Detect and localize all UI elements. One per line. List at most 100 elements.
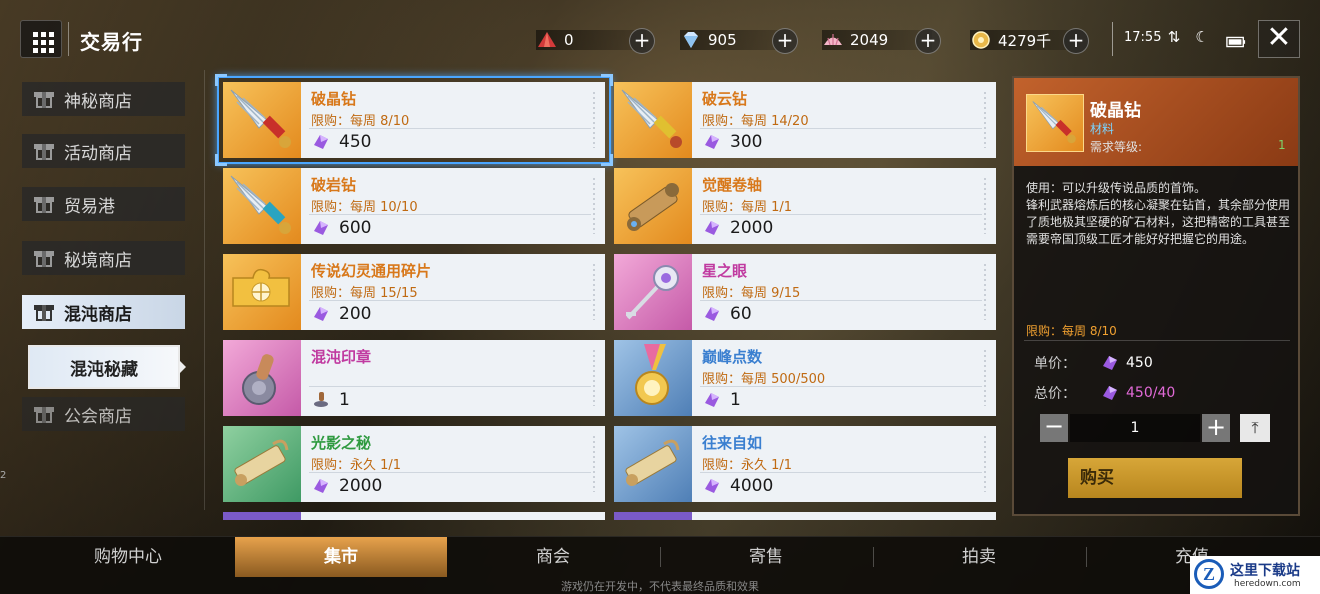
price-value: 60 bbox=[730, 304, 752, 324]
item-price: 450 bbox=[311, 132, 371, 152]
item-limit: 限购：每周 10/10 bbox=[311, 200, 418, 215]
unit-price-row: 单价： 450 bbox=[1034, 350, 1284, 376]
scroll-icon bbox=[234, 439, 289, 486]
buy-button[interactable]: 购买 bbox=[1068, 458, 1242, 498]
item-thumbnail bbox=[223, 168, 301, 244]
purple-crystal-icon bbox=[314, 307, 328, 321]
page-title: 交易行 bbox=[80, 30, 143, 54]
purple-crystal-icon bbox=[705, 307, 719, 321]
purple-crystal-icon bbox=[314, 135, 328, 149]
sidebar-item-guild-shop[interactable]: 公会商店 bbox=[22, 397, 185, 431]
add-gold-button[interactable]: + bbox=[1063, 28, 1089, 54]
watermark-logo-icon: Z bbox=[1194, 559, 1224, 589]
sidebar-item-mystery-shop[interactable]: 神秘商店 bbox=[22, 82, 185, 116]
item-card[interactable]: 光影之秘 限购：永久 1/1 2000 bbox=[223, 426, 605, 502]
sidebar-item-chaos-shop[interactable]: 混沌商店 bbox=[22, 295, 185, 329]
item-card[interactable]: 破晶钻 限购：每周 8/10 450 bbox=[223, 82, 605, 158]
detail-thumbnail bbox=[1026, 94, 1084, 152]
edge-number: 2 bbox=[0, 470, 7, 481]
sidebar-item-realm-shop[interactable]: 秘境商店 bbox=[22, 241, 185, 275]
item-card[interactable]: 混沌印章 1 bbox=[223, 340, 605, 416]
top-bar: 交易行 0 + 905 + 2049 + 4279千 + 17:55 ⇅ ☾ ✕ bbox=[0, 0, 1320, 78]
scroll-icon bbox=[625, 439, 680, 486]
item-name: 混沌印章 bbox=[311, 348, 372, 366]
tab-shopping-center[interactable]: 购物中心 bbox=[22, 537, 234, 577]
currency-diamond: 905 bbox=[680, 28, 790, 52]
purple-crystal-icon bbox=[314, 479, 328, 493]
development-notice: 游戏仍在开发中，不代表最终品质和效果 bbox=[561, 580, 759, 593]
unit-price-value: 450 bbox=[1126, 355, 1153, 371]
item-card-peek[interactable] bbox=[223, 512, 605, 520]
item-name: 觉醒卷轴 bbox=[702, 176, 763, 194]
purple-crystal-icon bbox=[705, 393, 719, 407]
item-thumbnail bbox=[223, 82, 301, 158]
increase-quantity-button[interactable]: + bbox=[1202, 414, 1230, 442]
quantity-field[interactable]: 1 bbox=[1070, 414, 1200, 442]
currency-value: 2049 bbox=[850, 31, 889, 49]
item-card[interactable]: 星之眼 限购：每周 9/15 60 bbox=[614, 254, 996, 330]
watermark-subtitle: heredown.com bbox=[1234, 579, 1301, 589]
item-name: 传说幻灵通用碎片 bbox=[311, 262, 432, 280]
sidebar-item-label: 贸易港 bbox=[64, 196, 115, 217]
gift-icon bbox=[34, 141, 54, 161]
detail-item-type: 材料 bbox=[1090, 122, 1115, 136]
add-red-crystal-button[interactable]: + bbox=[629, 28, 655, 54]
price-value: 600 bbox=[339, 218, 372, 238]
item-price: 2000 bbox=[311, 476, 382, 496]
item-thumbnail bbox=[223, 426, 301, 502]
item-card[interactable]: 破岩钻 限购：每周 10/10 600 bbox=[223, 168, 605, 244]
price-value: 1 bbox=[339, 390, 350, 410]
item-limit: 限购：每周 15/15 bbox=[311, 286, 418, 301]
divider bbox=[204, 70, 205, 510]
sidebar-subitem-chaos-treasure[interactable]: 混沌秘藏 bbox=[28, 345, 180, 389]
item-card[interactable]: 传说幻灵通用碎片 限购：每周 15/15 200 bbox=[223, 254, 605, 330]
item-limit: 限购：每周 500/500 bbox=[702, 372, 826, 387]
item-price: 60 bbox=[702, 304, 752, 324]
add-diamond-button[interactable]: + bbox=[772, 28, 798, 54]
tab-auction[interactable]: 拍卖 bbox=[873, 537, 1085, 577]
item-price: 1 bbox=[311, 390, 350, 410]
moon-icon: ☾ bbox=[1195, 28, 1209, 46]
sidebar-item-trade-port[interactable]: 贸易港 bbox=[22, 187, 185, 221]
tab-market[interactable]: 集市 bbox=[235, 537, 447, 577]
item-card[interactable]: 往来自如 限购：永久 1/1 4000 bbox=[614, 426, 996, 502]
sidebar-item-label: 活动商店 bbox=[64, 143, 132, 164]
item-thumbnail bbox=[614, 82, 692, 158]
watermark-title: 这里下载站 bbox=[1230, 563, 1300, 579]
drill-red-icon bbox=[1032, 101, 1076, 144]
item-card[interactable]: 巅峰点数 限购：每周 500/500 1 bbox=[614, 340, 996, 416]
item-price: 300 bbox=[702, 132, 762, 152]
item-price: 2000 bbox=[702, 218, 773, 238]
item-card[interactable]: 破云钻 限购：每周 14/20 300 bbox=[614, 82, 996, 158]
item-name: 巅峰点数 bbox=[702, 348, 763, 366]
item-price: 200 bbox=[311, 304, 371, 324]
item-price: 1 bbox=[702, 390, 741, 410]
sidebar-item-label: 混沌商店 bbox=[64, 304, 132, 325]
item-name: 往来自如 bbox=[702, 434, 763, 452]
price-value: 2000 bbox=[339, 476, 383, 496]
divider bbox=[1112, 22, 1113, 56]
item-card[interactable]: 觉醒卷轴 限购：每周 1/1 2000 bbox=[614, 168, 996, 244]
grid-menu-button[interactable] bbox=[20, 20, 62, 58]
sidebar-item-event-shop[interactable]: 活动商店 bbox=[22, 134, 185, 168]
close-button[interactable]: ✕ bbox=[1258, 20, 1300, 58]
price-value: 4000 bbox=[730, 476, 774, 496]
price-value: 200 bbox=[339, 304, 372, 324]
tab-consignment[interactable]: 寄售 bbox=[660, 537, 872, 577]
detail-requirement-label: 需求等级: bbox=[1090, 140, 1143, 154]
add-shell-button[interactable]: + bbox=[915, 28, 941, 54]
sidebar-item-label: 公会商店 bbox=[64, 406, 132, 427]
detail-header: 破晶钻 材料 需求等级: 1 bbox=[1014, 78, 1298, 166]
item-thumbnail bbox=[614, 426, 692, 502]
decrease-quantity-button[interactable]: − bbox=[1040, 414, 1068, 442]
price-value: 1 bbox=[730, 390, 741, 410]
item-limit: 限购：每周 8/10 bbox=[311, 114, 410, 129]
currency-red-crystal: 0 bbox=[536, 28, 646, 52]
star-key-icon bbox=[626, 265, 679, 320]
tab-chamber-of-commerce[interactable]: 商会 bbox=[447, 537, 659, 577]
drill-blue-icon bbox=[230, 175, 291, 234]
seal-stamp-icon bbox=[242, 354, 276, 405]
item-card-peek[interactable] bbox=[614, 512, 996, 520]
max-quantity-button[interactable]: ⤒ bbox=[1240, 414, 1270, 442]
gift-icon bbox=[34, 89, 54, 109]
